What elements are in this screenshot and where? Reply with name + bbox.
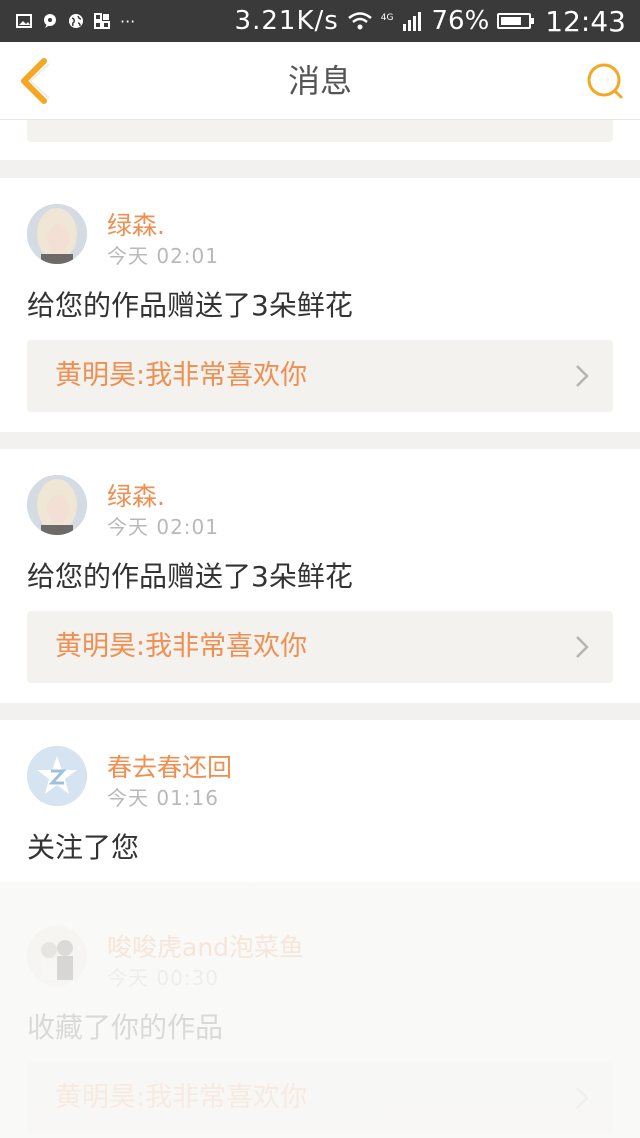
page-title: 消息 (287, 62, 352, 100)
user-name[interactable]: 绿森. (107, 477, 165, 513)
chevron-right-icon (576, 1087, 589, 1109)
user-name[interactable]: 唆唆虎and泡菜鱼 (107, 928, 304, 964)
battery-percent: 76% (431, 6, 490, 36)
list-item[interactable]: 唆唆虎and泡菜鱼 今天 00:30 收藏了你的作品 黄明昊:我非常喜欢你 (0, 900, 640, 1138)
signal-icon (402, 12, 421, 31)
apps-icon (94, 13, 110, 29)
action-text: 给您的作品赠送了3朵鲜花 (27, 560, 353, 593)
user-name[interactable]: 春去春还回 (107, 748, 232, 784)
avatar[interactable] (27, 926, 87, 986)
list-item[interactable]: 绿森. 今天 02:01 给您的作品赠送了3朵鲜花 黄明昊:我非常喜欢你 (0, 449, 640, 703)
reply-box[interactable]: 黄明昊:我非常喜欢你 (27, 1062, 613, 1134)
avatar[interactable] (27, 475, 87, 535)
reply-text: 黄明昊:我非常喜欢你 (55, 1082, 308, 1113)
timestamp: 今天 01:16 (107, 786, 219, 810)
wifi-icon (348, 12, 372, 30)
action-text: 给您的作品赠送了3朵鲜花 (27, 289, 353, 322)
more-icon: ··· (120, 11, 136, 31)
chevron-right-icon (576, 636, 589, 658)
nav-bar: 消息 (0, 42, 640, 120)
avatar[interactable] (27, 204, 87, 264)
battery-level-fill (501, 17, 522, 25)
default-star-avatar (27, 746, 87, 806)
status-bar: ··· 3.21K/s 4G 76% 12:43 (0, 0, 640, 42)
status-right: 3.21K/s 4G 76% 12:43 (235, 5, 626, 38)
list-item[interactable]: 春去春还回 今天 01:16 关注了您 (0, 720, 640, 900)
network-speed: 3.21K/s (234, 6, 339, 36)
reply-box[interactable] (27, 120, 613, 142)
couple-photo-avatar (27, 926, 87, 986)
timestamp: 今天 02:01 (107, 244, 219, 268)
list-item-partial (0, 120, 640, 160)
status-left-icons: ··· (16, 12, 135, 31)
action-text: 收藏了你的作品 (27, 1011, 224, 1044)
chevron-right-icon (576, 365, 589, 387)
battery-icon (497, 13, 535, 29)
picture-icon (16, 14, 32, 28)
action-text: 关注了您 (27, 831, 140, 864)
reply-box[interactable]: 黄明昊:我非常喜欢你 (27, 611, 613, 683)
reply-text: 黄明昊:我非常喜欢你 (55, 360, 308, 391)
blonde-girl-avatar (27, 475, 87, 535)
reply-text: 黄明昊:我非常喜欢你 (55, 631, 308, 662)
chat-icon (44, 14, 56, 28)
clock: 12:43 (545, 4, 626, 38)
timestamp: 今天 02:01 (107, 515, 219, 539)
network-type: 4G (380, 12, 394, 23)
reply-box[interactable]: 黄明昊:我非常喜欢你 (27, 340, 613, 412)
blonde-girl-avatar (27, 204, 87, 264)
globe-icon (69, 14, 83, 28)
message-list[interactable]: 绿森. 今天 02:01 给您的作品赠送了3朵鲜花 黄明昊:我非常喜欢你 绿森.… (0, 120, 640, 1138)
list-item[interactable]: 绿森. 今天 02:01 给您的作品赠送了3朵鲜花 黄明昊:我非常喜欢你 (0, 178, 640, 432)
timestamp: 今天 00:30 (107, 966, 219, 990)
avatar[interactable] (27, 746, 87, 806)
search-icon[interactable] (584, 60, 626, 102)
user-name[interactable]: 绿森. (107, 206, 165, 242)
